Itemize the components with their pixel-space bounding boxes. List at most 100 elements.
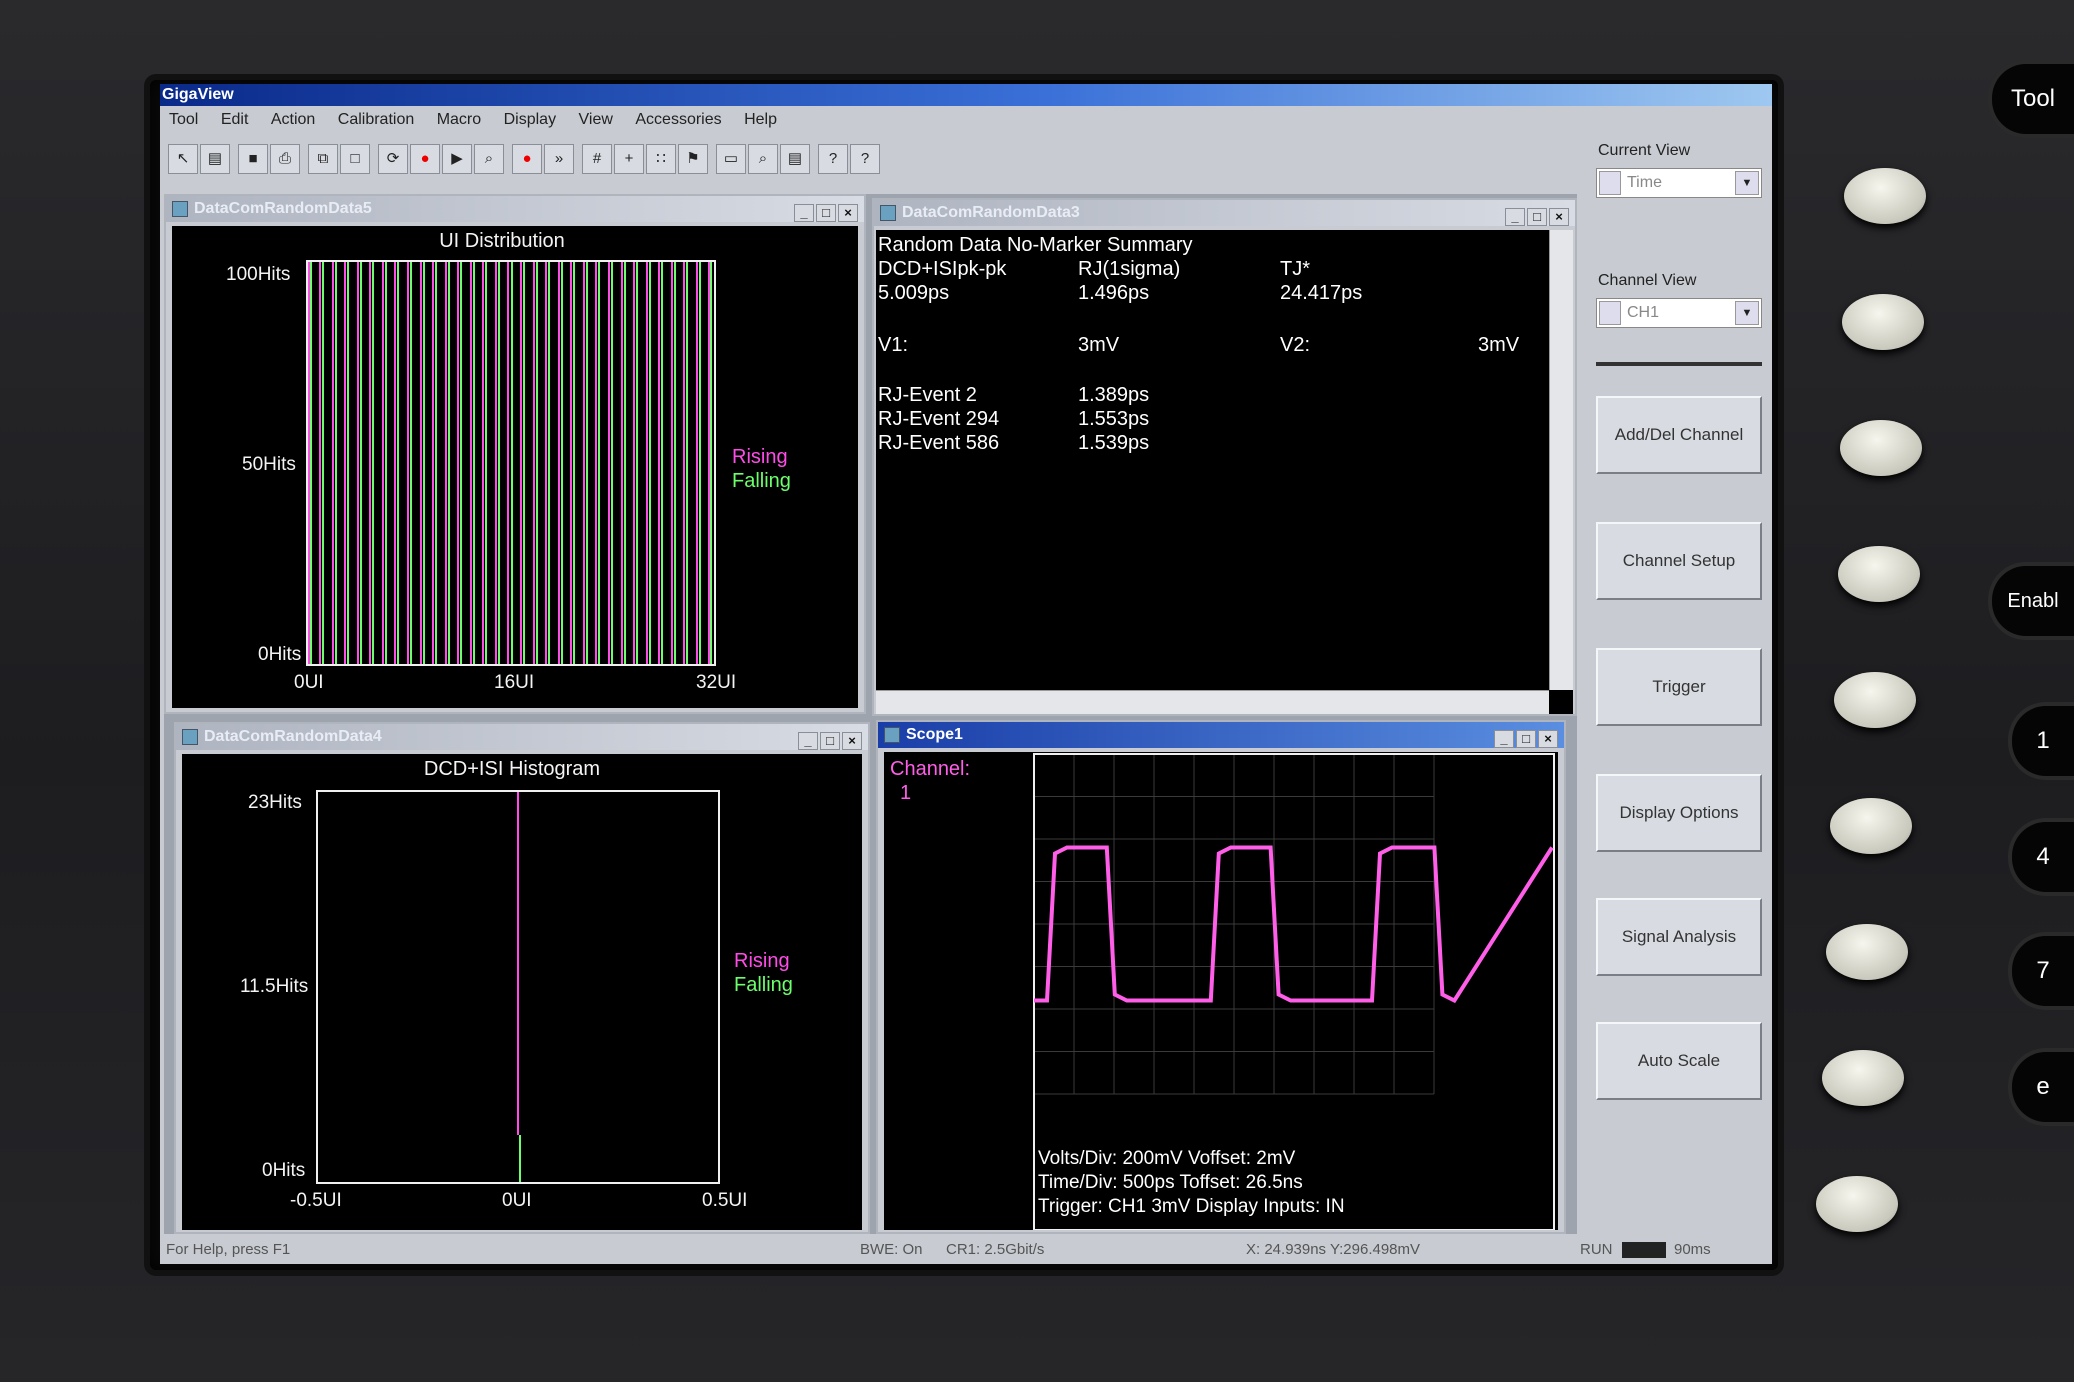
add-del-channel-button[interactable]: Add/Del Channel (1596, 396, 1762, 474)
keypad-1-button[interactable]: 1 (2012, 706, 2074, 776)
menu-calibration[interactable]: Calibration (329, 108, 423, 132)
rising-bar (394, 262, 397, 664)
close-icon[interactable]: × (842, 732, 862, 750)
falling-bar (585, 262, 588, 664)
cursor-icon[interactable]: ↖ (168, 144, 198, 174)
falling-bar (472, 262, 475, 664)
channel-view-label: Channel View (1598, 272, 1697, 289)
current-view-select[interactable]: Time ▼ (1596, 168, 1762, 198)
window-title-histogram[interactable]: DataComRandomData4 _ □ × (176, 724, 868, 750)
minimize-icon[interactable]: _ (1494, 730, 1514, 748)
menu-action[interactable]: Action (262, 108, 324, 132)
blank-icon[interactable]: □ (340, 144, 370, 174)
rising-bar (683, 262, 686, 664)
window-title-scope[interactable]: Scope1 _ □ × (878, 722, 1564, 748)
rising-bar (381, 262, 384, 664)
rising-bar (633, 262, 636, 664)
maximize-icon[interactable]: □ (816, 204, 836, 222)
v1-label: V1: (878, 334, 909, 356)
display-options-button[interactable]: Display Options (1596, 774, 1762, 852)
softkey-knob[interactable] (1834, 672, 1916, 728)
close-icon[interactable]: × (1549, 208, 1569, 226)
rising-bar (520, 262, 523, 664)
menu-macro[interactable]: Macro (428, 108, 490, 132)
maximize-icon[interactable]: □ (1516, 730, 1536, 748)
rising-bar (331, 262, 334, 664)
softkey-knob[interactable] (1844, 168, 1926, 224)
spinner-icon[interactable] (1599, 171, 1621, 195)
trigger-button[interactable]: Trigger (1596, 648, 1762, 726)
menu-edit[interactable]: Edit (212, 108, 258, 132)
vertical-scrollbar[interactable] (1549, 230, 1573, 690)
minimize-icon[interactable]: _ (798, 732, 818, 750)
menu-bar: Tool Edit Action Calibration Macro Displ… (160, 108, 1772, 132)
run-fast-icon[interactable]: » (544, 144, 574, 174)
horizontal-scrollbar[interactable] (876, 690, 1549, 714)
chevron-down-icon[interactable]: ▼ (1735, 171, 1759, 195)
search-icon[interactable]: ⌕ (748, 144, 778, 174)
record-icon[interactable]: ● (512, 144, 542, 174)
hardware-enable-button[interactable]: Enabl (1992, 566, 2074, 636)
marker-icon[interactable]: ⚑ (678, 144, 708, 174)
window-title-ui-distribution[interactable]: DataComRandomData5 _ □ × (166, 196, 864, 222)
channel-setup-button[interactable]: Channel Setup (1596, 522, 1762, 600)
event-label: RJ-Event 586 (878, 432, 1000, 454)
rising-bar (444, 262, 447, 664)
grid-icon[interactable]: # (582, 144, 612, 174)
window-scope[interactable]: Scope1 _ □ × Channel: 1 Volts/Div: 200mV V… (876, 720, 1566, 1234)
window-ui-distribution[interactable]: DataComRandomData5 _ □ × UI Distribution 1… (164, 194, 866, 714)
dots-icon[interactable]: ∷ (646, 144, 676, 174)
window-controls: _ □ × (1492, 726, 1558, 748)
softkey-knob[interactable] (1822, 1050, 1904, 1106)
close-icon[interactable]: × (1538, 730, 1558, 748)
close-icon[interactable]: × (838, 204, 858, 222)
y-tick-label: 0Hits (258, 644, 302, 665)
cross-icon[interactable]: + (614, 144, 644, 174)
rising-bar (482, 262, 485, 664)
minimize-icon[interactable]: _ (794, 204, 814, 222)
print-icon[interactable]: ⎙ (270, 144, 300, 174)
menu-accessories[interactable]: Accessories (626, 108, 730, 132)
stop-icon[interactable]: ● (410, 144, 440, 174)
y-tick-label: 11.5Hits (240, 976, 309, 997)
window-title-summary[interactable]: DataComRandomData3 _ □ × (874, 200, 1575, 226)
step-icon[interactable]: ▶ (442, 144, 472, 174)
open-icon[interactable]: ▤ (200, 144, 230, 174)
zoom-icon[interactable]: ⌕ (474, 144, 504, 174)
channel-view-select[interactable]: CH1 ▼ (1596, 298, 1762, 328)
doc-icon[interactable]: ▤ (780, 144, 810, 174)
cycle-icon[interactable]: ⟳ (378, 144, 408, 174)
softkey-knob[interactable] (1842, 294, 1924, 350)
menu-view[interactable]: View (570, 108, 622, 132)
auto-scale-button[interactable]: Auto Scale (1596, 1022, 1762, 1100)
menu-tool[interactable]: Tool (160, 108, 207, 132)
context-help-icon[interactable]: ? (850, 144, 880, 174)
chevron-down-icon[interactable]: ▼ (1735, 301, 1759, 325)
hardware-tool-button[interactable]: Tool (1992, 64, 2074, 134)
window-histogram[interactable]: DataComRandomData4 _ □ × DCD+ISI Histogram… (174, 722, 870, 1234)
window-summary[interactable]: DataComRandomData3 _ □ × Random Data No-Ma… (872, 198, 1577, 716)
help-icon[interactable]: ? (818, 144, 848, 174)
softkey-knob[interactable] (1840, 420, 1922, 476)
softkey-knob[interactable] (1838, 546, 1920, 602)
keypad-7-button[interactable]: 7 (2012, 936, 2074, 1006)
falling-bar (548, 262, 551, 664)
legend-falling: Falling (732, 470, 791, 492)
menu-help[interactable]: Help (735, 108, 786, 132)
falling-bar (359, 262, 362, 664)
copy-icon[interactable]: ⧉ (308, 144, 338, 174)
minimize-icon[interactable]: _ (1505, 208, 1525, 226)
maximize-icon[interactable]: □ (820, 732, 840, 750)
monitor-icon[interactable]: ▭ (716, 144, 746, 174)
softkey-knob[interactable] (1830, 798, 1912, 854)
keypad-e-button[interactable]: e (2012, 1052, 2074, 1122)
maximize-icon[interactable]: □ (1527, 208, 1547, 226)
menu-display[interactable]: Display (495, 108, 565, 132)
save-icon[interactable]: ■ (238, 144, 268, 174)
spinner-icon[interactable] (1599, 301, 1621, 325)
keypad-4-button[interactable]: 4 (2012, 822, 2074, 892)
signal-analysis-button[interactable]: Signal Analysis (1596, 898, 1762, 976)
softkey-knob[interactable] (1816, 1176, 1898, 1232)
rising-bar (494, 262, 497, 664)
softkey-knob[interactable] (1826, 924, 1908, 980)
